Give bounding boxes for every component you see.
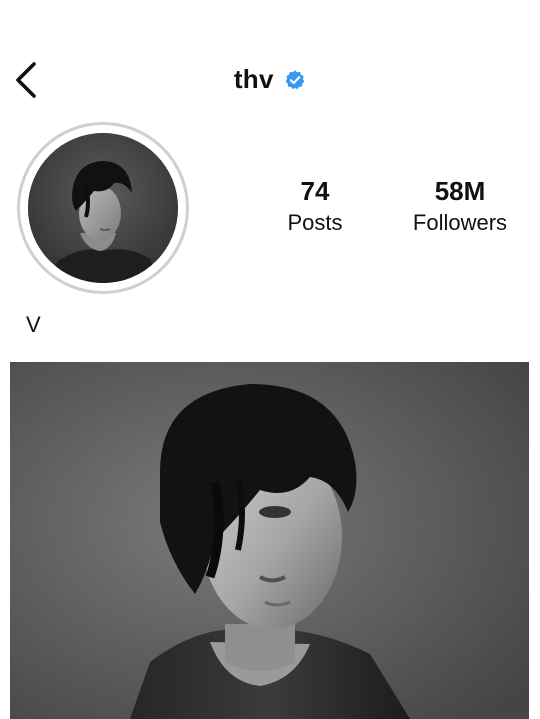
posts-label: Posts	[287, 210, 343, 235]
followers-count: 58M	[434, 176, 486, 206]
title-wrap: thv	[0, 64, 540, 95]
display-name: V	[26, 312, 41, 337]
profile-header: thv	[0, 50, 540, 110]
grayscale-portrait-photo	[10, 362, 529, 719]
followers-label: Followers	[412, 210, 508, 235]
profile-photo	[28, 133, 178, 283]
verified-badge-icon	[285, 69, 305, 89]
username-title: thv	[233, 64, 274, 94]
avatar-ring[interactable]	[17, 122, 189, 294]
avatar	[28, 133, 178, 283]
profile-screen: thv 74 Posts 58M Followers V	[0, 0, 540, 719]
posts-count: 74	[300, 176, 330, 206]
post-tile[interactable]	[10, 362, 529, 719]
followers-stat[interactable]: 58M Followers	[400, 176, 520, 238]
posts-stat[interactable]: 74 Posts	[270, 176, 360, 238]
